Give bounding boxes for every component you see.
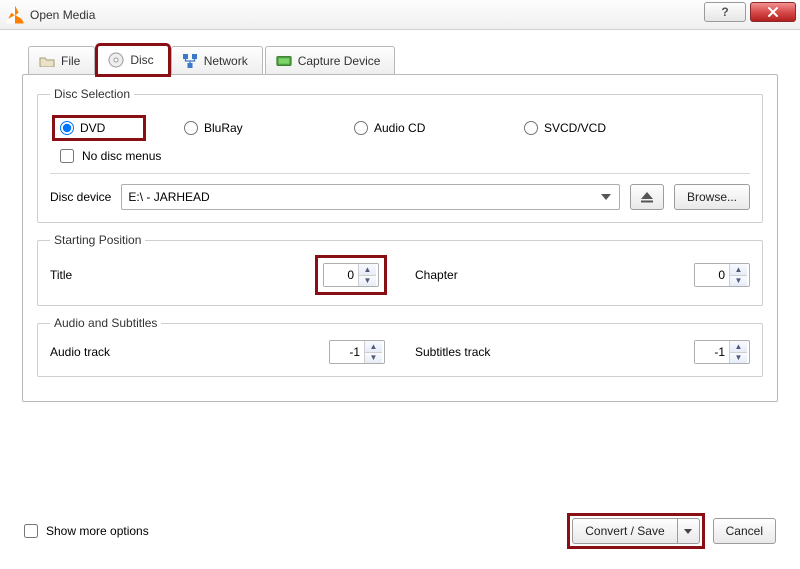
- open-media-dialog: Open Media ? File Disc: [0, 0, 800, 569]
- starting-position-legend: Starting Position: [50, 233, 145, 247]
- audio-track-input[interactable]: [330, 341, 364, 363]
- tab-network-label: Network: [204, 54, 248, 68]
- capture-device-icon: [276, 53, 292, 69]
- chapter-field: Chapter ▲▼: [415, 263, 750, 287]
- audio-track-spinner[interactable]: ▲▼: [329, 340, 385, 364]
- tab-file-label: File: [61, 54, 80, 68]
- disc-device-row: Disc device E:\ - JARHEAD Browse...: [50, 184, 750, 210]
- chapter-spinner[interactable]: ▲▼: [694, 263, 750, 287]
- eject-button[interactable]: [630, 184, 664, 210]
- spinner-arrows[interactable]: ▲▼: [358, 264, 376, 286]
- convert-save-button[interactable]: Convert / Save: [572, 518, 677, 544]
- audio-track-label: Audio track: [50, 345, 110, 359]
- audio-track-field: Audio track ▲▼: [50, 340, 385, 364]
- disc-device-label: Disc device: [50, 190, 111, 204]
- show-more-options[interactable]: Show more options: [24, 524, 149, 538]
- tab-disc-panel: Disc Selection DVD BluRay Audio CD: [22, 74, 778, 402]
- tab-capture-label: Capture Device: [298, 54, 381, 68]
- eject-icon: [640, 191, 654, 203]
- title-field: Title ▲▼: [50, 257, 385, 293]
- no-disc-menus-row: No disc menus: [60, 149, 750, 163]
- subtitles-track-field: Subtitles track ▲▼: [415, 340, 750, 364]
- spinner-arrows[interactable]: ▲▼: [729, 264, 747, 286]
- radio-audiocd[interactable]: Audio CD: [354, 117, 524, 139]
- tab-capture[interactable]: Capture Device: [265, 46, 396, 75]
- spinner-arrows[interactable]: ▲▼: [364, 341, 382, 363]
- media-tabs: File Disc Network Capture Device: [28, 44, 778, 74]
- title-input[interactable]: [324, 264, 358, 286]
- disc-selection-group: Disc Selection DVD BluRay Audio CD: [37, 87, 763, 223]
- disc-icon: [108, 52, 124, 68]
- convert-save-dropdown[interactable]: [678, 518, 700, 544]
- network-icon: [182, 53, 198, 69]
- tab-disc[interactable]: Disc: [97, 45, 168, 75]
- title-label: Title: [50, 268, 72, 282]
- titlebar: Open Media ?: [0, 0, 800, 30]
- disc-device-value: E:\ - JARHEAD: [128, 190, 209, 204]
- tab-file[interactable]: File: [28, 46, 95, 75]
- browse-button[interactable]: Browse...: [674, 184, 750, 210]
- radio-dvd[interactable]: DVD: [54, 117, 144, 139]
- chapter-label: Chapter: [415, 268, 458, 282]
- radio-svcd-input[interactable]: [524, 121, 538, 135]
- close-icon: [767, 6, 779, 18]
- dialog-content: File Disc Network Capture Device: [0, 30, 800, 569]
- subtitles-track-label: Subtitles track: [415, 345, 490, 359]
- subtitles-track-input[interactable]: [695, 341, 729, 363]
- tab-disc-label: Disc: [130, 53, 153, 67]
- divider: [50, 173, 750, 174]
- convert-save-split-button: Convert / Save: [569, 515, 702, 547]
- radio-bluray[interactable]: BluRay: [184, 117, 354, 139]
- dialog-footer: Show more options Convert / Save Cancel: [22, 511, 778, 559]
- title-spinner[interactable]: ▲▼: [323, 263, 379, 287]
- audio-subtitles-legend: Audio and Subtitles: [50, 316, 161, 330]
- chevron-down-icon: [684, 529, 692, 534]
- close-button[interactable]: [750, 2, 796, 22]
- no-disc-menus-label: No disc menus: [82, 149, 161, 163]
- radio-bluray-input[interactable]: [184, 121, 198, 135]
- radio-dvd-label: DVD: [80, 121, 105, 135]
- starting-position-group: Starting Position Title ▲▼ Chapter: [37, 233, 763, 306]
- folder-icon: [39, 53, 55, 69]
- window-title: Open Media: [30, 8, 95, 22]
- chapter-input[interactable]: [695, 264, 729, 286]
- subtitles-track-spinner[interactable]: ▲▼: [694, 340, 750, 364]
- browse-label: Browse...: [687, 190, 737, 204]
- tab-network[interactable]: Network: [171, 46, 263, 75]
- disc-selection-legend: Disc Selection: [50, 87, 134, 101]
- no-disc-menus-checkbox[interactable]: [60, 149, 74, 163]
- radio-svcd-label: SVCD/VCD: [544, 121, 606, 135]
- disc-type-radios: DVD BluRay Audio CD SVCD/VCD: [54, 117, 750, 139]
- window-controls: ?: [704, 2, 796, 22]
- cancel-label: Cancel: [726, 524, 763, 538]
- audio-subtitles-group: Audio and Subtitles Audio track ▲▼ Subti…: [37, 316, 763, 377]
- spinner-arrows[interactable]: ▲▼: [729, 341, 747, 363]
- radio-bluray-label: BluRay: [204, 121, 243, 135]
- cancel-button[interactable]: Cancel: [713, 518, 776, 544]
- radio-svcd[interactable]: SVCD/VCD: [524, 117, 694, 139]
- radio-dvd-input[interactable]: [60, 121, 74, 135]
- convert-save-label: Convert / Save: [585, 524, 664, 538]
- chevron-down-icon: [597, 188, 615, 206]
- disc-device-combo[interactable]: E:\ - JARHEAD: [121, 184, 620, 210]
- show-more-options-label: Show more options: [46, 524, 149, 538]
- vlc-cone-icon: [6, 6, 24, 24]
- show-more-options-checkbox[interactable]: [24, 524, 38, 538]
- help-button[interactable]: ?: [704, 2, 746, 22]
- radio-audiocd-input[interactable]: [354, 121, 368, 135]
- radio-audiocd-label: Audio CD: [374, 121, 425, 135]
